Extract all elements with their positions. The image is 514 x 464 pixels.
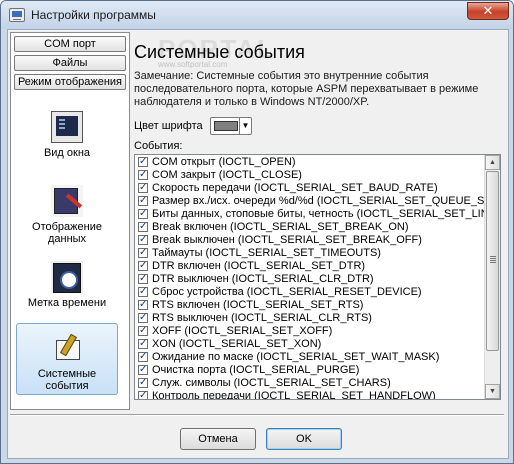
event-label: RTS выключен (IOCTL_SERIAL_CLR_RTS) bbox=[152, 312, 372, 324]
system-events-icon bbox=[51, 332, 83, 364]
event-checkbox[interactable] bbox=[138, 364, 148, 377]
event-label: COM открыт (IOCTL_OPEN) bbox=[152, 156, 296, 168]
events-list-items: COM открыт (IOCTL_OPEN)COM закрыт (IOCTL… bbox=[137, 156, 485, 400]
list-item[interactable]: COM закрыт (IOCTL_CLOSE) bbox=[137, 169, 485, 182]
events-list[interactable]: COM открыт (IOCTL_OPEN)COM закрыт (IOCTL… bbox=[134, 154, 501, 400]
dropdown-arrow-icon[interactable]: ▼ bbox=[239, 118, 251, 134]
tab-com-port[interactable]: COM порт bbox=[14, 36, 126, 52]
event-checkbox[interactable] bbox=[138, 325, 148, 338]
window-view-icon bbox=[51, 111, 83, 143]
list-item[interactable]: Break выключен (IOCTL_SERIAL_SET_BREAK_O… bbox=[137, 234, 485, 247]
nav-item-label: Вид окна bbox=[43, 147, 91, 159]
list-item[interactable]: RTS включен (IOCTL_SERIAL_SET_RTS) bbox=[137, 299, 485, 312]
event-checkbox[interactable] bbox=[138, 273, 148, 286]
event-label: Очистка порта (IOCTL_SERIAL_PURGE) bbox=[152, 364, 360, 376]
list-item[interactable]: Таймауты (IOCTL_SERIAL_SET_TIMEOUTS) bbox=[137, 247, 485, 260]
page-title: Системные события bbox=[134, 42, 305, 62]
settings-nav: COM порт Файлы Режим отображения Вид окн… bbox=[10, 32, 130, 410]
font-color-picker[interactable]: ▼ bbox=[210, 117, 252, 135]
event-checkbox[interactable] bbox=[138, 377, 148, 390]
app-icon bbox=[9, 8, 25, 22]
list-item[interactable]: Контроль передачи (IOCTL_SERIAL_SET_HAND… bbox=[137, 390, 485, 400]
event-checkbox[interactable] bbox=[138, 286, 148, 299]
ok-button[interactable]: OK bbox=[266, 428, 342, 450]
event-checkbox[interactable] bbox=[138, 156, 148, 169]
list-item[interactable]: DTR выключен (IOCTL_SERIAL_CLR_DTR) bbox=[137, 273, 485, 286]
vertical-scrollbar[interactable]: ▲ ▼ bbox=[484, 155, 500, 399]
event-checkbox[interactable] bbox=[138, 208, 148, 221]
nav-item-system-events[interactable]: Системные события bbox=[16, 323, 118, 395]
event-label: Ожидание по маске (IOCTL_SERIAL_SET_WAIT… bbox=[152, 351, 440, 363]
list-item[interactable]: XOFF (IOCTL_SERIAL_SET_XOFF) bbox=[137, 325, 485, 338]
event-checkbox[interactable] bbox=[138, 182, 148, 195]
list-item[interactable]: Break включен (IOCTL_SERIAL_SET_BREAK_ON… bbox=[137, 221, 485, 234]
close-icon: ✕ bbox=[482, 3, 494, 18]
timestamp-icon bbox=[51, 261, 83, 293]
list-item[interactable]: XON (IOCTL_SERIAL_SET_XON) bbox=[137, 338, 485, 351]
list-item[interactable]: DTR включен (IOCTL_SERIAL_SET_DTR) bbox=[137, 260, 485, 273]
tab-files[interactable]: Файлы bbox=[14, 55, 126, 71]
color-swatch bbox=[214, 121, 238, 131]
event-label: Биты данных, стоповые биты, четность (IO… bbox=[152, 208, 485, 220]
scroll-down-icon[interactable]: ▼ bbox=[485, 384, 500, 399]
settings-window: Настройки программы ✕ COM порт Файлы Реж… bbox=[0, 0, 514, 464]
nav-item-window-view[interactable]: Вид окна bbox=[16, 109, 118, 167]
nav-item-label: Метка времени bbox=[27, 297, 107, 309]
nav-item-data-display[interactable]: Отображение данных bbox=[16, 183, 118, 253]
list-item[interactable]: Биты данных, стоповые биты, четность (IO… bbox=[137, 208, 485, 221]
scroll-up-icon[interactable]: ▲ bbox=[485, 155, 500, 170]
nav-item-label: Отображение данных bbox=[32, 221, 102, 245]
event-checkbox[interactable] bbox=[138, 234, 148, 247]
event-label: COM закрыт (IOCTL_CLOSE) bbox=[152, 169, 302, 181]
cancel-button[interactable]: Отмена bbox=[180, 428, 256, 450]
title-bar[interactable]: Настройки программы ✕ bbox=[1, 1, 513, 29]
list-item[interactable]: Служ. символы (IOCTL_SERIAL_SET_CHARS) bbox=[137, 377, 485, 390]
scrollbar-thumb[interactable] bbox=[486, 171, 499, 351]
event-label: DTR выключен (IOCTL_SERIAL_CLR_DTR) bbox=[152, 273, 374, 285]
note-text: Замечание: Системные события это внутрен… bbox=[134, 70, 479, 108]
list-item[interactable]: Скорость передачи (IOCTL_SERIAL_SET_BAUD… bbox=[137, 182, 485, 195]
events-label: События: bbox=[134, 140, 183, 152]
list-item[interactable]: Размер вх./исх. очереди %d/%d (IOCTL_SER… bbox=[137, 195, 485, 208]
divider bbox=[10, 414, 504, 416]
nav-item-timestamp[interactable]: Метка времени bbox=[16, 261, 118, 317]
nav-item-label: Системные события bbox=[37, 368, 97, 392]
event-label: Break выключен (IOCTL_SERIAL_SET_BREAK_O… bbox=[152, 234, 422, 246]
font-color-label: Цвет шрифта bbox=[134, 120, 203, 132]
close-button[interactable]: ✕ bbox=[467, 2, 509, 20]
event-checkbox[interactable] bbox=[138, 221, 148, 234]
event-label: Скорость передачи (IOCTL_SERIAL_SET_BAUD… bbox=[152, 182, 438, 194]
event-label: DTR включен (IOCTL_SERIAL_SET_DTR) bbox=[152, 260, 366, 272]
data-display-icon bbox=[51, 185, 83, 217]
dialog-client-area: COM порт Файлы Режим отображения Вид окн… bbox=[7, 29, 509, 459]
list-item[interactable]: Сброс устройства (IOCTL_SERIAL_RESET_DEV… bbox=[137, 286, 485, 299]
event-checkbox[interactable] bbox=[138, 260, 148, 273]
event-label: Таймауты (IOCTL_SERIAL_SET_TIMEOUTS) bbox=[152, 247, 381, 259]
event-label: XOFF (IOCTL_SERIAL_SET_XOFF) bbox=[152, 325, 333, 337]
event-checkbox[interactable] bbox=[138, 390, 148, 399]
list-item[interactable]: RTS выключен (IOCTL_SERIAL_CLR_RTS) bbox=[137, 312, 485, 325]
event-checkbox[interactable] bbox=[138, 195, 148, 208]
event-checkbox[interactable] bbox=[138, 312, 148, 325]
event-label: Размер вх./исх. очереди %d/%d (IOCTL_SER… bbox=[152, 195, 485, 207]
event-checkbox[interactable] bbox=[138, 351, 148, 364]
event-label: Служ. символы (IOCTL_SERIAL_SET_CHARS) bbox=[152, 377, 391, 389]
list-item[interactable]: Очистка порта (IOCTL_SERIAL_PURGE) bbox=[137, 364, 485, 377]
event-label: Break включен (IOCTL_SERIAL_SET_BREAK_ON… bbox=[152, 221, 409, 233]
event-label: Сброс устройства (IOCTL_SERIAL_RESET_DEV… bbox=[152, 286, 422, 298]
event-label: Контроль передачи (IOCTL_SERIAL_SET_HAND… bbox=[152, 390, 436, 400]
list-item[interactable]: Ожидание по маске (IOCTL_SERIAL_SET_WAIT… bbox=[137, 351, 485, 364]
list-item[interactable]: COM открыт (IOCTL_OPEN) bbox=[137, 156, 485, 169]
window-title: Настройки программы bbox=[31, 8, 156, 22]
event-checkbox[interactable] bbox=[138, 338, 148, 351]
event-label: XON (IOCTL_SERIAL_SET_XON) bbox=[152, 338, 322, 350]
event-checkbox[interactable] bbox=[138, 299, 148, 312]
event-label: RTS включен (IOCTL_SERIAL_SET_RTS) bbox=[152, 299, 364, 311]
event-checkbox[interactable] bbox=[138, 247, 148, 260]
tab-display-mode[interactable]: Режим отображения bbox=[14, 74, 126, 90]
event-checkbox[interactable] bbox=[138, 169, 148, 182]
